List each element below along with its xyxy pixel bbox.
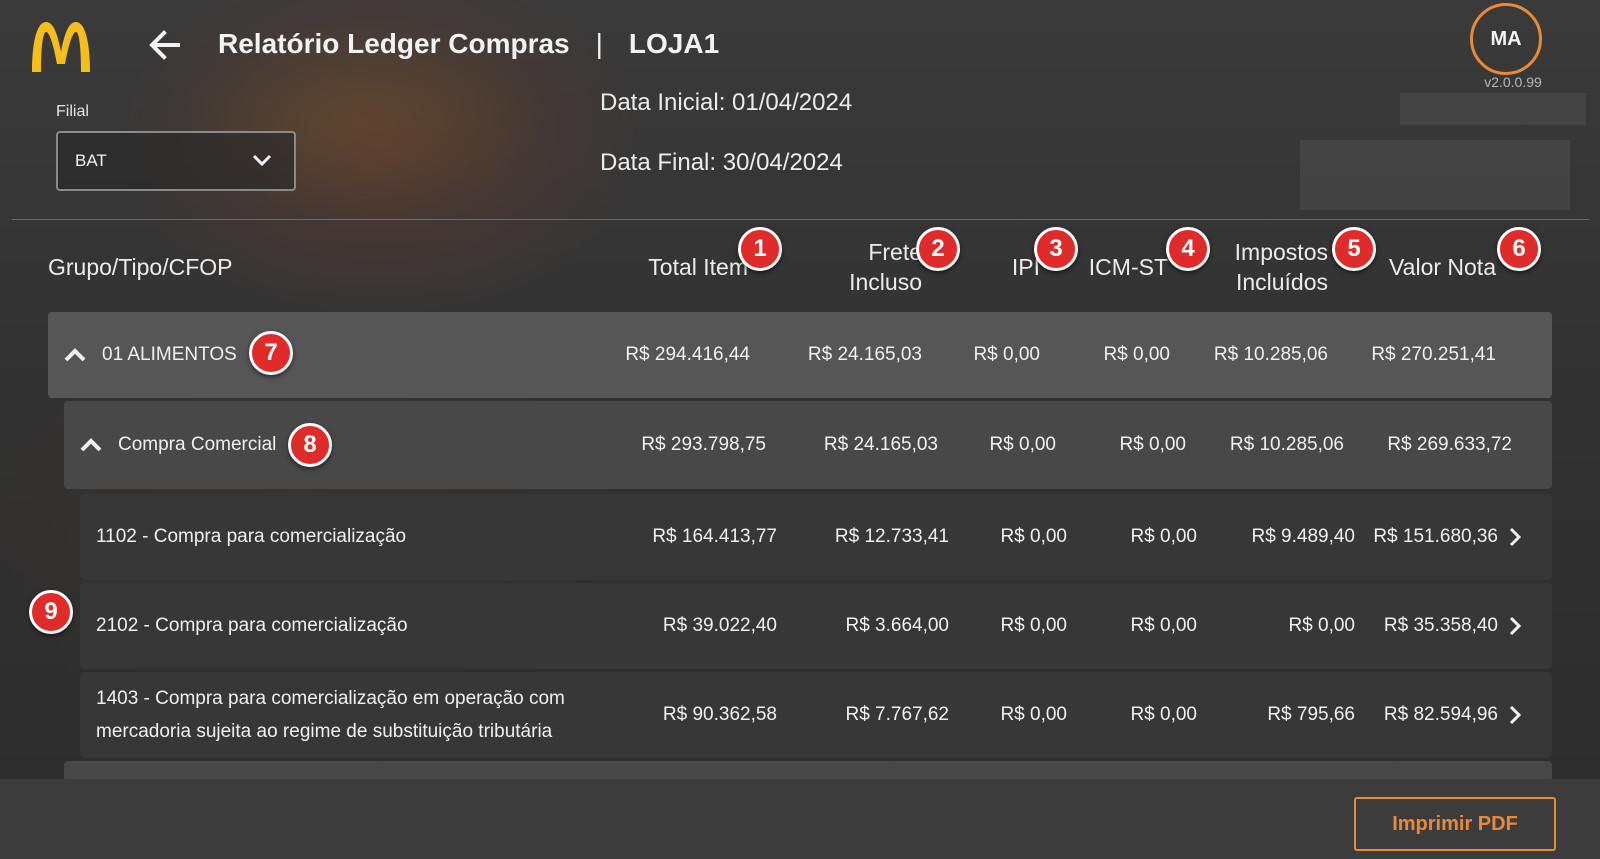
annotation-badge-3: 3 [1034,227,1078,271]
page-title: Relatório Ledger Compras | LOJA1 [218,28,719,60]
cfop-row-2102[interactable]: 2102 - Compra para comercialização R$ 39… [80,583,1552,669]
cell-valor-nota: R$ 270.251,41 [1371,344,1496,365]
cell-valor-nota: R$ 151.680,36 [1373,526,1498,547]
blurred-area [1400,93,1586,125]
cell-icm-st: R$ 0,00 [1130,704,1197,725]
row-label: 2102 - Compra para comercialização [96,615,408,636]
back-arrow-icon[interactable] [144,24,186,66]
cell-total-item: R$ 164.413,77 [652,526,777,547]
filial-select[interactable]: BAT [56,131,296,191]
cell-frete: R$ 7.767,62 [845,704,949,725]
filial-label: Filial [56,103,89,120]
cell-total-item: R$ 294.416,44 [625,344,750,365]
cell-frete: R$ 12.733,41 [834,526,949,547]
cell-valor-nota: R$ 82.594,96 [1383,704,1498,725]
cell-impostos: R$ 10.285,06 [1213,344,1328,365]
chevron-right-icon[interactable] [1504,526,1526,548]
cell-frete: R$ 24.165,03 [807,344,922,365]
row-label: 1102 - Compra para comercialização [96,526,407,547]
app-version: v2.0.0.99 [1484,74,1542,90]
chevron-right-icon[interactable] [1504,615,1526,637]
cell-icm-st: R$ 0,00 [1119,434,1186,455]
row-label: 01 ALIMENTOS [102,344,237,365]
cell-ipi: R$ 0,00 [1000,526,1067,547]
title-separator: | [595,28,603,59]
annotation-badge-6: 6 [1497,227,1541,271]
cell-ipi: R$ 0,00 [989,434,1056,455]
filial-selected-value: BAT [75,151,107,170]
annotation-badge-7: 7 [249,331,293,375]
column-header-frete: Frete Incluso [800,237,922,297]
cell-icm-st: R$ 0,00 [1130,615,1197,636]
cell-frete: R$ 3.664,00 [845,615,949,636]
cell-total-item: R$ 39.022,40 [662,615,777,636]
cell-icm-st: R$ 0,00 [1130,526,1197,547]
chevron-up-icon[interactable] [78,432,104,458]
column-header-group: Grupo/Tipo/CFOP [48,254,233,280]
annotation-badge-9: 9 [29,590,73,634]
chevron-down-icon [252,151,272,171]
report-title: Relatório Ledger Compras [218,28,570,59]
cell-impostos: R$ 795,66 [1267,704,1355,725]
column-header-ipi: IPI [1011,254,1040,280]
column-header-valor-nota: Valor Nota [1389,254,1496,280]
cfop-row-1403[interactable]: 1403 - Compra para comercialização em op… [80,672,1552,758]
annotation-badge-5: 5 [1332,227,1376,271]
cell-frete: R$ 24.165,03 [823,434,938,455]
row-label: 1403 - Compra para comercialização em op… [96,688,565,742]
cell-impostos: R$ 9.489,40 [1251,526,1355,547]
cell-impostos: R$ 0,00 [1288,615,1355,636]
annotation-badge-2: 2 [916,227,960,271]
cell-total-item: R$ 90.362,58 [662,704,777,725]
frete-line1: Frete [868,239,922,265]
column-header-impostos: Impostos Incluídos [1200,237,1328,297]
cell-ipi: R$ 0,00 [1000,615,1067,636]
cell-valor-nota: R$ 269.633,72 [1387,434,1512,455]
chevron-right-icon[interactable] [1504,704,1526,726]
next-row-partial[interactable] [64,761,1552,781]
cfop-row-1102[interactable]: 1102 - Compra para comercialização R$ 16… [80,494,1552,580]
cell-impostos: R$ 10.285,06 [1229,434,1344,455]
start-date: Data Inicial: 01/04/2024 [600,89,853,116]
impostos-line2: Incluídos [1235,269,1328,295]
store-name: LOJA1 [628,28,720,59]
impostos-line1: Impostos [1234,239,1328,265]
column-header-total-item: Total Item [648,254,748,280]
row-label: Compra Comercial [118,434,277,455]
mcdonalds-logo [28,18,94,74]
cell-ipi: R$ 0,00 [973,344,1040,365]
frete-line2: Incluso [849,269,922,295]
end-date: Data Final: 30/04/2024 [600,149,843,176]
annotation-badge-4: 4 [1166,227,1210,271]
cell-total-item: R$ 293.798,75 [641,434,766,455]
cell-ipi: R$ 0,00 [1000,704,1067,725]
cell-icm-st: R$ 0,00 [1103,344,1170,365]
annotation-badge-1: 1 [738,227,782,271]
chevron-up-icon[interactable] [62,342,88,368]
avatar-initials: MA [1490,27,1522,50]
cell-valor-nota: R$ 35.358,40 [1383,615,1498,636]
annotation-badge-8: 8 [288,423,332,467]
blurred-area [1300,140,1570,210]
print-pdf-button[interactable]: Imprimir PDF [1354,797,1556,851]
column-header-icm-st: ICM-ST [1088,254,1168,280]
header-divider [12,219,1589,220]
user-avatar[interactable]: MA [1470,3,1542,75]
